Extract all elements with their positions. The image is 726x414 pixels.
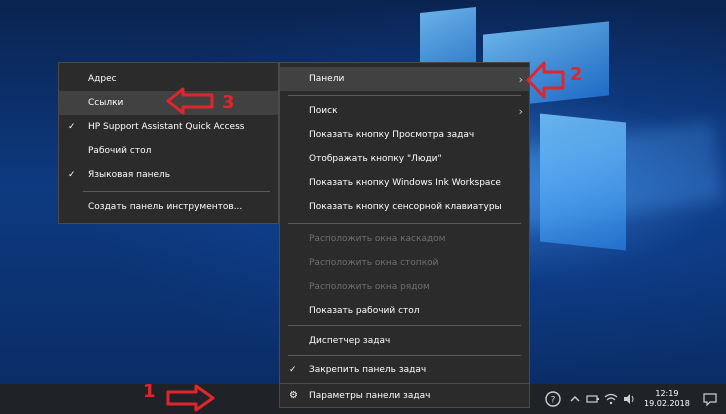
check-icon: ✓ <box>289 365 297 375</box>
annotation-number-1: 1 <box>143 381 156 402</box>
show-desktop-item[interactable]: Показать рабочий стол <box>280 299 529 323</box>
task-view-label: Показать кнопку Просмотра задач <box>309 130 475 140</box>
task-manager-label: Диспетчер задач <box>309 336 391 346</box>
taskbar-context-menu: Панели › Поиск › Показать кнопку Просмот… <box>279 62 530 384</box>
taskbar-settings-label: Параметры панели задач <box>309 390 431 401</box>
menu-separator <box>288 95 521 96</box>
chevron-right-icon: › <box>518 72 523 86</box>
lock-taskbar-label: Закрепить панель задач <box>309 365 427 375</box>
toolbar-links-label: Ссылки <box>88 98 124 108</box>
ink-item[interactable]: Показать кнопку Windows Ink Workspace <box>280 171 529 195</box>
notification-icon[interactable] <box>702 391 718 407</box>
panels-item[interactable]: Панели › <box>280 67 529 91</box>
window-logo-pane <box>540 113 626 251</box>
search-label: Поиск <box>309 106 338 116</box>
annotation-arrow-3 <box>166 87 214 115</box>
clock-time: 12:19 <box>655 389 679 398</box>
menu-separator <box>83 191 270 192</box>
cascade-label: Расположить окна каскадом <box>309 234 446 244</box>
svg-text:?: ? <box>551 396 556 406</box>
menu-separator <box>288 325 521 326</box>
ink-label: Показать кнопку Windows Ink Workspace <box>309 178 501 188</box>
help-icon[interactable]: ? <box>544 390 562 408</box>
volume-icon[interactable] <box>622 392 636 406</box>
wifi-icon[interactable] <box>604 392 618 406</box>
panels-label: Панели <box>309 74 345 84</box>
check-icon: ✓ <box>68 170 76 180</box>
annotation-arrow-1 <box>166 384 215 412</box>
search-item[interactable]: Поиск › <box>280 99 529 123</box>
toolbar-hp-item[interactable]: ✓ HP Support Assistant Quick Access <box>59 115 278 139</box>
task-view-item[interactable]: Показать кнопку Просмотра задач <box>280 123 529 147</box>
clock[interactable]: 12:19 19.02.2018 <box>644 389 690 409</box>
toolbar-desktop-item[interactable]: Рабочий стол <box>59 139 278 163</box>
people-label: Отображать кнопку "Люди" <box>309 154 442 164</box>
taskbar-settings-item[interactable]: ⚙ Параметры панели задач <box>279 384 530 408</box>
system-tray: ? 12:19 19.02.2018 <box>540 384 726 414</box>
annotation-number-2: 2 <box>570 64 583 85</box>
annotation-number-3: 3 <box>222 92 235 113</box>
stack-item: Расположить окна стопкой <box>280 251 529 275</box>
keyboard-label: Показать кнопку сенсорной клавиатуры <box>309 202 502 212</box>
side-by-side-label: Расположить окна рядом <box>309 282 430 292</box>
check-icon: ✓ <box>68 122 76 132</box>
keyboard-item[interactable]: Показать кнопку сенсорной клавиатуры <box>280 195 529 219</box>
task-manager-item[interactable]: Диспетчер задач <box>280 329 529 353</box>
people-item[interactable]: Отображать кнопку "Люди" <box>280 147 529 171</box>
annotation-arrow-2 <box>526 61 565 99</box>
menu-separator <box>288 223 521 224</box>
stack-label: Расположить окна стопкой <box>309 258 439 268</box>
create-toolbar-label: Создать панель инструментов... <box>88 202 243 212</box>
toolbar-address-label: Адрес <box>88 74 117 84</box>
side-by-side-item: Расположить окна рядом <box>280 275 529 299</box>
taskbar[interactable]: ⚙ Параметры панели задач ? 12:19 19.02.2… <box>0 384 726 414</box>
battery-icon[interactable] <box>586 392 600 406</box>
toolbar-language-label: Языковая панель <box>88 170 171 180</box>
lock-taskbar-item[interactable]: ✓ Закрепить панель задач <box>280 358 529 382</box>
gear-icon: ⚙ <box>289 390 298 401</box>
menu-separator <box>288 355 521 356</box>
create-toolbar-item[interactable]: Создать панель инструментов... <box>59 195 278 219</box>
cascade-item: Расположить окна каскадом <box>280 227 529 251</box>
show-desktop-label: Показать рабочий стол <box>309 306 420 316</box>
toolbar-desktop-label: Рабочий стол <box>88 146 152 156</box>
clock-date: 19.02.2018 <box>644 399 690 408</box>
toolbar-hp-label: HP Support Assistant Quick Access <box>88 122 245 132</box>
chevron-up-icon[interactable] <box>568 392 582 406</box>
chevron-right-icon: › <box>518 104 523 118</box>
toolbar-language-item[interactable]: ✓ Языковая панель <box>59 163 278 187</box>
